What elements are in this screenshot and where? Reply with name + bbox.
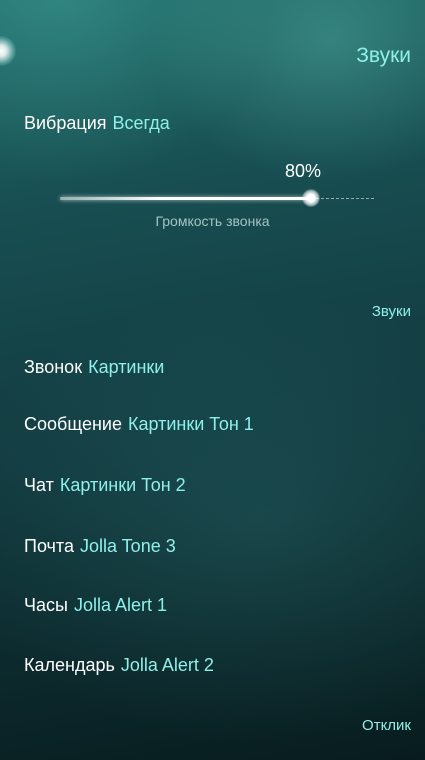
sound-item-email[interactable]: Почта Jolla Tone 3 xyxy=(24,536,176,557)
sound-item-label: Календарь xyxy=(24,655,115,675)
volume-value-text: 80% xyxy=(285,161,322,181)
sound-item-chat[interactable]: Чат Картинки Тон 2 xyxy=(24,475,186,496)
sound-item-label: Почта xyxy=(24,536,74,556)
sound-item-label: Чат xyxy=(24,475,54,495)
sound-item-value: Картинки Тон 1 xyxy=(127,414,254,434)
sound-item-label: Часы xyxy=(24,595,68,615)
section-header-feedback: Отклик xyxy=(362,717,411,734)
sound-item-message[interactable]: Сообщение Картинки Тон 1 xyxy=(24,414,254,435)
sound-item-value: Картинки Тон 2 xyxy=(59,475,186,495)
slider-empty-track xyxy=(311,198,374,199)
vibration-combobox[interactable]: Вибрация Всегда xyxy=(24,113,170,134)
slider-handle[interactable] xyxy=(302,189,320,207)
settings-screen: Звуки Вибрация Всегда 80% Громкость звонк… xyxy=(0,0,425,760)
sound-item-calendar[interactable]: Календарь Jolla Alert 2 xyxy=(24,655,214,676)
vibration-value: Всегда xyxy=(112,113,170,133)
sound-item-value: Jolla Alert 2 xyxy=(120,655,214,675)
sound-item-clock[interactable]: Часы Jolla Alert 1 xyxy=(24,595,167,616)
ringer-volume-slider[interactable] xyxy=(60,189,374,207)
sound-item-value: Jolla Tone 3 xyxy=(79,536,176,556)
slider-filled-track xyxy=(60,197,311,200)
volume-slider-label: Громкость звонка xyxy=(155,213,270,229)
page-title: Звуки xyxy=(356,44,411,67)
sound-item-ringtone[interactable]: Звонок Картинки xyxy=(24,357,164,378)
vibration-label: Вибрация xyxy=(24,113,107,133)
pulley-menu-indicator xyxy=(0,36,16,66)
sound-item-value: Jolla Alert 1 xyxy=(73,595,168,615)
sound-item-label: Сообщение xyxy=(24,414,122,434)
sound-item-label: Звонок xyxy=(24,357,83,377)
sound-item-value: Картинки xyxy=(88,357,165,377)
section-header-sounds: Звуки xyxy=(371,303,411,320)
